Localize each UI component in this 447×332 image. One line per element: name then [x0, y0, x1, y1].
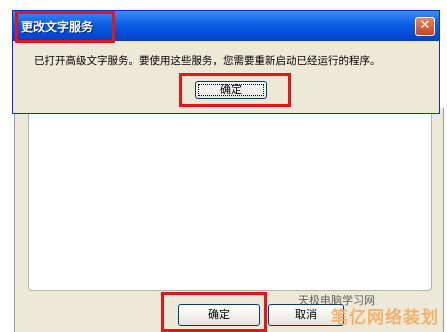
close-icon[interactable]: ✕	[415, 17, 435, 36]
title-highlight-box	[15, 11, 115, 43]
watermark: 笔亿网络装划	[331, 308, 439, 328]
ok-highlight-box	[179, 73, 291, 107]
background-panel	[28, 108, 432, 291]
background-ok-highlight-box	[161, 292, 267, 332]
change-text-services-dialog: 更改文字服务 ✕ 已打开高级文字服务。要使用这些服务，您需要重新启动已经运行的程…	[12, 10, 440, 114]
dialog-message: 已打开高级文字服务。要使用这些服务，您需要重新启动已经运行的程序。	[34, 55, 381, 67]
